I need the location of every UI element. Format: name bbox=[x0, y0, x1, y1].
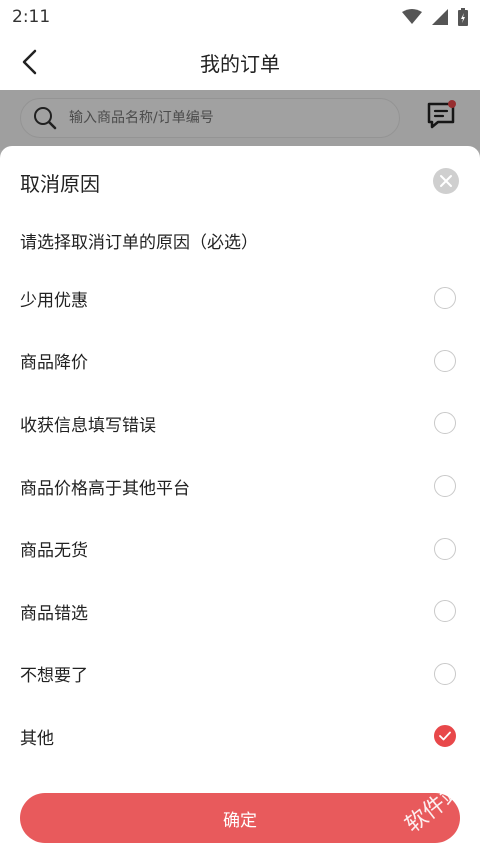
wifi-icon bbox=[402, 9, 422, 24]
reason-label: 少用优惠 bbox=[20, 290, 88, 311]
reason-label: 其他 bbox=[20, 728, 54, 749]
status-time: 2:11 bbox=[12, 7, 51, 27]
reason-item[interactable]: 商品降价 bbox=[0, 330, 480, 393]
status-bar: 2:11 bbox=[0, 0, 480, 34]
reason-item[interactable]: 少用优惠 bbox=[0, 267, 480, 330]
confirm-button[interactable]: 确定 bbox=[20, 793, 460, 843]
radio-button[interactable] bbox=[434, 537, 456, 560]
nav-bar: 我的订单 bbox=[0, 34, 480, 90]
radio-button[interactable] bbox=[434, 412, 456, 435]
reason-item[interactable]: 商品价格高于其他平台 bbox=[0, 455, 480, 518]
close-icon bbox=[440, 175, 452, 187]
radio-button[interactable] bbox=[434, 662, 456, 685]
reason-label: 商品降价 bbox=[20, 353, 88, 374]
reason-label: 商品价格高于其他平台 bbox=[20, 478, 190, 499]
close-button[interactable] bbox=[433, 168, 459, 194]
reason-label: 商品错选 bbox=[20, 603, 88, 624]
sheet-subtitle: 请选择取消订单的原因（必选） bbox=[20, 233, 258, 253]
reason-item[interactable]: 商品无货 bbox=[0, 517, 480, 580]
reason-item[interactable]: 商品错选 bbox=[0, 580, 480, 643]
reason-list: 少用优惠 商品降价 收获信息填写错误 商品价格高于其他平台 商品无货 商品错选 … bbox=[0, 267, 480, 768]
reason-item[interactable]: 收获信息填写错误 bbox=[0, 392, 480, 455]
back-button[interactable] bbox=[14, 46, 46, 78]
radio-button[interactable] bbox=[434, 349, 456, 372]
radio-button[interactable] bbox=[434, 475, 456, 498]
reason-label: 收获信息填写错误 bbox=[20, 415, 156, 436]
page-title: 我的订单 bbox=[200, 51, 280, 76]
battery-icon bbox=[458, 8, 468, 26]
status-icons bbox=[402, 8, 468, 26]
radio-button[interactable] bbox=[434, 600, 456, 623]
reason-label: 不想要了 bbox=[20, 666, 88, 687]
radio-button[interactable] bbox=[434, 287, 456, 310]
chevron-left-icon bbox=[22, 49, 37, 75]
reason-item[interactable]: 不想要了 bbox=[0, 643, 480, 706]
radio-button-checked[interactable] bbox=[434, 725, 456, 748]
reason-label: 商品无货 bbox=[20, 541, 88, 562]
cancel-reason-sheet: 取消原因 请选择取消订单的原因（必选） 少用优惠 商品降价 收获信息填写错误 商… bbox=[0, 146, 480, 853]
sheet-title: 取消原因 bbox=[20, 172, 100, 196]
signal-icon bbox=[432, 9, 448, 25]
reason-item[interactable]: 其他 bbox=[0, 705, 480, 768]
checkmark-icon bbox=[439, 732, 451, 741]
